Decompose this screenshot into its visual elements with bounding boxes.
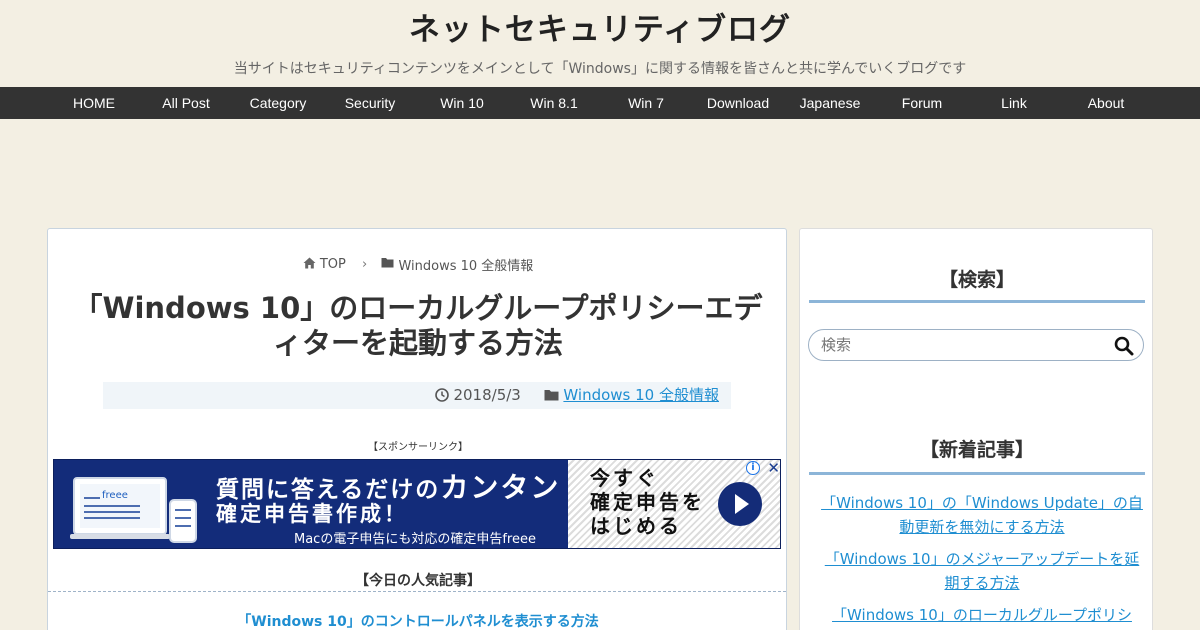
popular-post-link[interactable]: 「Windows 10」のコントロールパネルを表示する方法	[48, 611, 788, 630]
list-item: 「Windows 10」の「Windows Update」の自動更新を無効にする…	[820, 491, 1144, 539]
divider	[48, 591, 786, 592]
list-item: 「Windows 10」のローカルグループポリシ	[820, 603, 1144, 627]
advertisement-banner[interactable]: freee 質問に答えるだけのカンタン 確定申告書作成！ Macの電子申告にも対…	[53, 459, 781, 549]
ad-cta-panel[interactable]: 今すぐ 確定申告を はじめる i ✕	[568, 460, 780, 548]
breadcrumb-home-link[interactable]: TOP	[320, 257, 346, 272]
site-description: 当サイトはセキュリティコンテンツをメインとして「Windows」に関する情報を皆…	[233, 61, 967, 77]
ad-cta-line: 確定申告を	[590, 490, 705, 514]
ad-headline-highlight: カンタン	[440, 471, 561, 504]
ad-tagline: Macの電子申告にも対応の確定申告freee	[294, 532, 536, 547]
nav-item-security[interactable]: Security	[324, 87, 416, 119]
nav-item-home[interactable]: HOME	[48, 87, 140, 119]
nav-item-forum[interactable]: Forum	[876, 87, 968, 119]
sponsor-label: 【スポンサーリンク】	[368, 442, 468, 453]
home-icon	[303, 257, 316, 273]
breadcrumb: TOP › Windows 10 全般情報	[48, 255, 788, 274]
ad-cta-line: はじめる	[590, 514, 682, 538]
article-meta: 2018/5/3 Windows 10 全般情報	[103, 382, 731, 409]
post-date: 2018/5/3	[453, 386, 521, 404]
freee-logo: freee	[102, 490, 128, 501]
nav-item-about[interactable]: About	[1060, 87, 1152, 119]
new-posts-widget-title: 【新着記事】	[809, 435, 1145, 475]
ad-cta-line: 今すぐ	[590, 466, 659, 490]
nav-item-category[interactable]: Category	[232, 87, 324, 119]
nav-item-all-post[interactable]: All Post	[140, 87, 232, 119]
new-post-link[interactable]: 「Windows 10」の「Windows Update」の自動更新を無効にする…	[821, 494, 1143, 536]
play-button-icon[interactable]	[718, 482, 762, 526]
nav-item-link[interactable]: Link	[968, 87, 1060, 119]
sidebar: 【検索】 【新着記事】 「Windows 10」の「Windows Update…	[799, 228, 1153, 630]
main-navigation: HOME All Post Category Security Win 10 W…	[0, 87, 1200, 119]
post-category-link[interactable]: Windows 10 全般情報	[563, 386, 719, 404]
laptop-phone-illustration: freee	[70, 477, 197, 543]
nav-item-win10[interactable]: Win 10	[416, 87, 508, 119]
nav-item-download[interactable]: Download	[692, 87, 784, 119]
site-title[interactable]: ネットセキュリティブログ	[0, 0, 1200, 50]
nav-item-japanese[interactable]: Japanese	[784, 87, 876, 119]
new-post-link[interactable]: 「Windows 10」のメジャーアップデートを延期する方法	[825, 550, 1139, 592]
chevron-right-icon: ›	[361, 257, 368, 272]
new-post-link[interactable]: 「Windows 10」のローカルグループポリシ	[832, 606, 1132, 624]
folder-icon	[544, 386, 564, 404]
search-form	[808, 329, 1144, 361]
ad-close-icon[interactable]: ✕	[767, 460, 780, 477]
list-item: 「Windows 10」のメジャーアップデートを延期する方法	[820, 547, 1144, 595]
clock-icon	[434, 386, 454, 404]
new-posts-list: 「Windows 10」の「Windows Update」の自動更新を無効にする…	[820, 491, 1144, 630]
ad-subheadline: 確定申告書作成！	[216, 502, 408, 526]
popular-posts-heading: 【今日の人気記事】	[355, 573, 481, 589]
folder-icon	[381, 257, 394, 272]
search-widget-title: 【検索】	[809, 265, 1145, 303]
breadcrumb-category-link[interactable]: Windows 10 全般情報	[398, 255, 533, 274]
search-input[interactable]	[821, 334, 1111, 356]
nav-item-win7[interactable]: Win 7	[600, 87, 692, 119]
article-title: 「Windows 10」のローカルグループポリシーエディターを起動する方法	[73, 291, 763, 360]
site-header: ネットセキュリティブログ 当サイトはセキュリティコンテンツをメインとして「Win…	[0, 0, 1200, 87]
search-icon[interactable]	[1114, 336, 1134, 356]
article-container: TOP › Windows 10 全般情報 「Windows 10」のローカルグ…	[47, 228, 787, 630]
nav-item-win81[interactable]: Win 8.1	[508, 87, 600, 119]
ad-cta-text: 今すぐ 確定申告を はじめる	[590, 466, 705, 538]
ad-info-icon[interactable]: i	[746, 461, 760, 475]
